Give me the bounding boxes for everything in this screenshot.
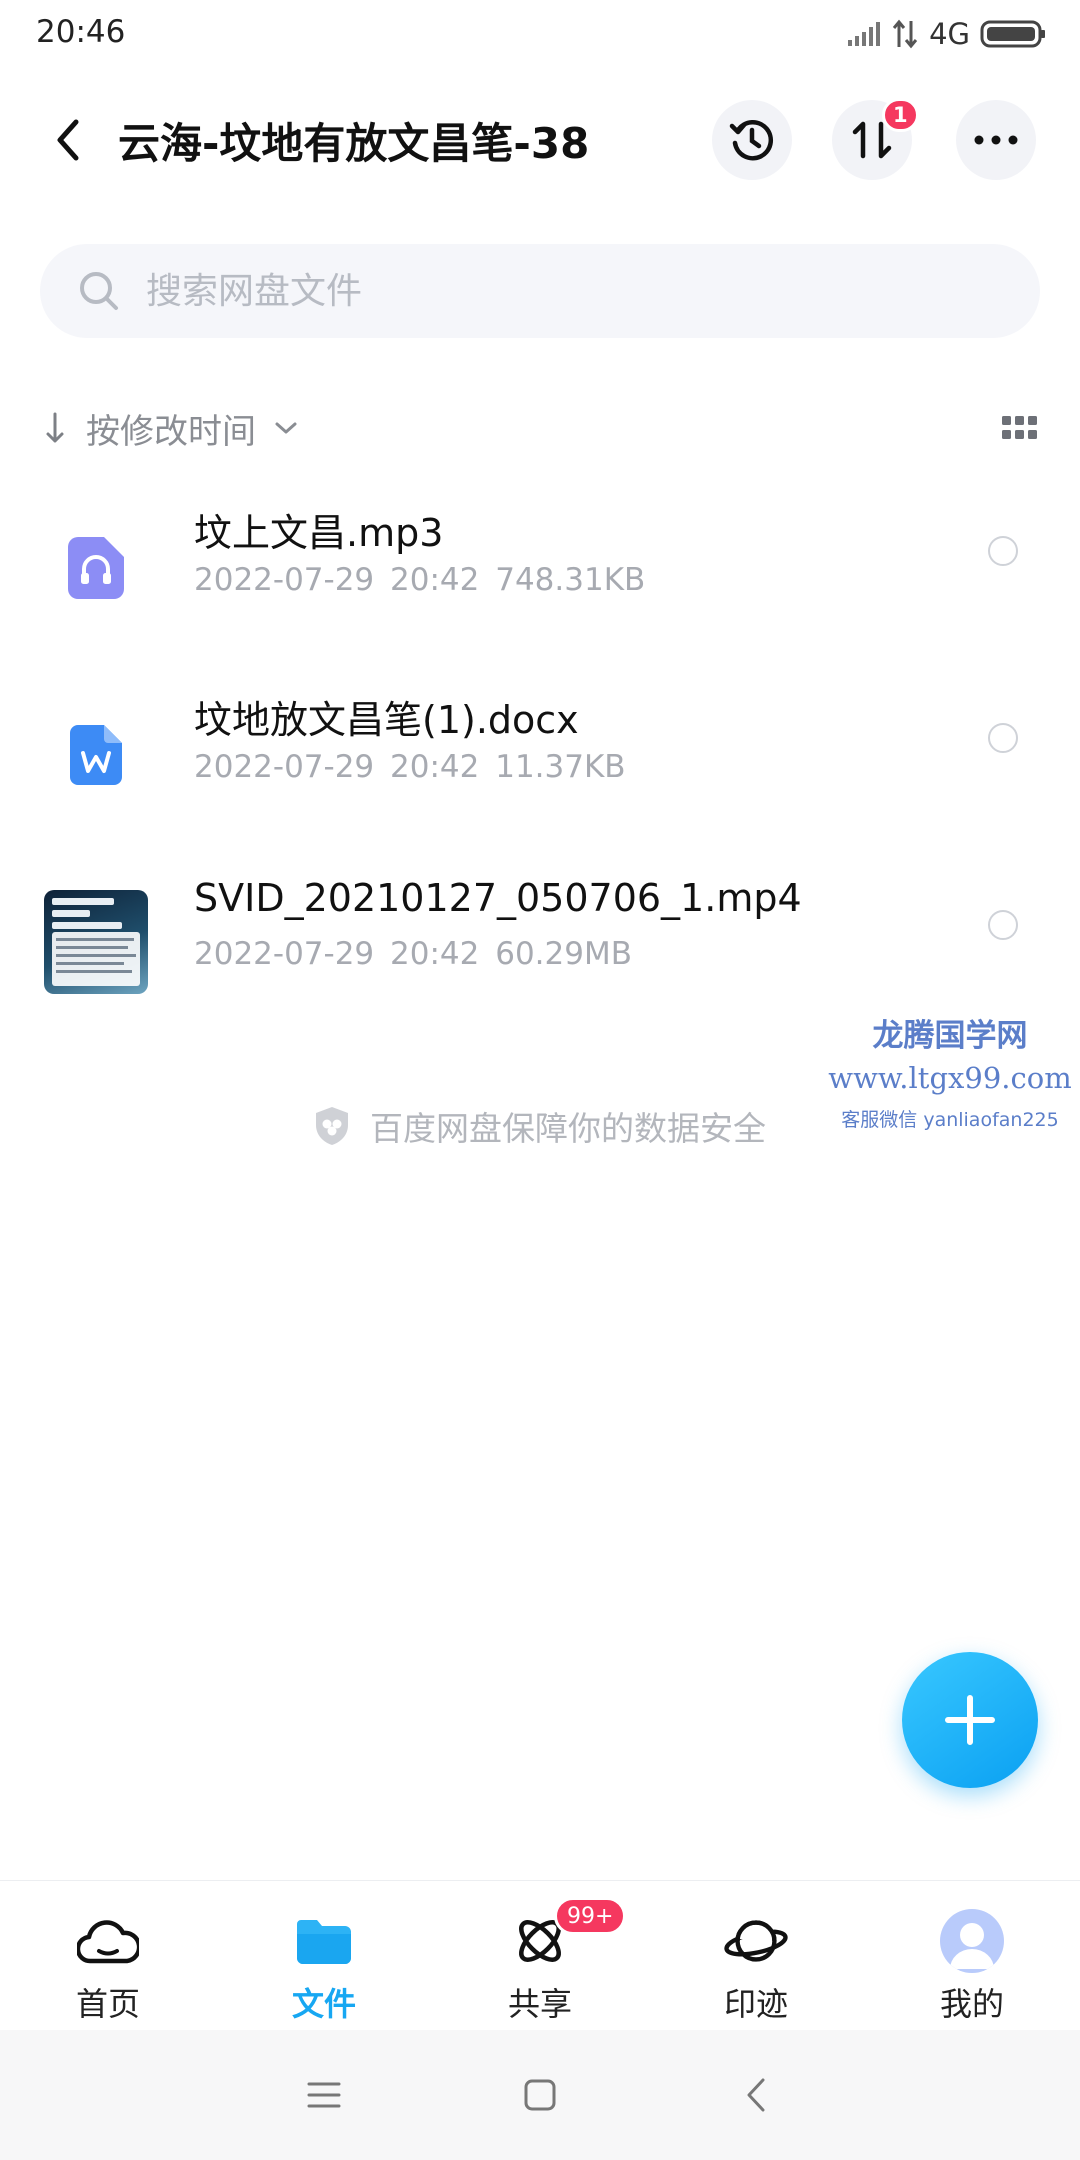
back-arrow-icon [57, 119, 79, 161]
select-checkbox[interactable] [988, 536, 1018, 566]
battery-icon [980, 20, 1045, 48]
safety-note: 百度网盘保障你的数据安全 [0, 1102, 1080, 1150]
nav-label: 我的 [939, 1985, 1004, 2023]
system-nav-bar [0, 2030, 1080, 2160]
sort-arrow-icon [46, 412, 64, 443]
search-bar[interactable] [40, 244, 1040, 338]
file-time: 20:42 [390, 936, 480, 972]
transfer-badge: 1 [882, 98, 919, 132]
file-row[interactable]: 坟地放文昌笔(1).docx 2022-07-29 20:42 11.37KB [0, 665, 1080, 852]
file-name: 坟地放文昌笔(1).docx [194, 698, 579, 742]
plus-icon [945, 1695, 995, 1745]
square-icon [524, 2079, 556, 2111]
bottom-nav: 首页 文件 共享 99+ 印迹 我的 [0, 1880, 1080, 2030]
add-button[interactable] [902, 1652, 1038, 1788]
signal-icon [848, 22, 881, 46]
status-time: 20:46 [36, 14, 126, 50]
sort-label: 按修改时间 [86, 411, 256, 452]
file-size: 748.31KB [495, 562, 646, 598]
system-back-button[interactable] [648, 2030, 864, 2160]
file-list: 坟上文昌.mp3 2022-07-29 20:42 748.31KB 坟地放文昌… [0, 478, 1080, 1039]
shield-icon [316, 1107, 348, 1145]
file-row[interactable]: 坟上文昌.mp3 2022-07-29 20:42 748.31KB [0, 478, 1080, 665]
folder-icon [292, 1911, 356, 1971]
share-badge: 99+ [554, 1897, 627, 1935]
status-indicators: 4G [847, 16, 1046, 52]
select-checkbox[interactable] [988, 910, 1018, 940]
select-checkbox[interactable] [988, 723, 1018, 753]
nav-label: 共享 [507, 1985, 572, 2023]
nav-item-footprint[interactable]: 印迹 [648, 1881, 864, 2031]
page-title: 云海-坟地有放文昌笔-38 [118, 119, 590, 168]
more-icon [974, 135, 1018, 145]
more-options-button[interactable] [956, 100, 1036, 180]
history-button[interactable] [712, 100, 792, 180]
nav-item-me[interactable]: 我的 [864, 1881, 1080, 2031]
data-transfer-icon [892, 19, 918, 49]
menu-button[interactable] [216, 2030, 432, 2160]
file-name: SVID_20210127_050706_1.mp4 [194, 876, 802, 920]
nav-label: 文件 [291, 1985, 356, 2023]
menu-icon [307, 2082, 341, 2108]
file-size: 60.29MB [495, 936, 632, 972]
nav-label: 首页 [75, 1985, 140, 2023]
file-meta: 2022-07-29 20:42 748.31KB [194, 562, 645, 598]
home-button[interactable] [432, 2030, 648, 2160]
audio-file-icon [44, 516, 148, 620]
sort-row: 按修改时间 [40, 400, 1040, 456]
sort-toggle[interactable]: 按修改时间 [40, 400, 298, 456]
grid-view-button[interactable] [1000, 408, 1040, 448]
file-meta: 2022-07-29 20:42 11.37KB [194, 749, 626, 785]
cloud-icon [76, 1911, 140, 1971]
search-icon [80, 272, 118, 310]
video-thumbnail [44, 890, 148, 994]
header: 云海-坟地有放文昌笔-38 1 [0, 90, 1080, 190]
file-time: 20:42 [390, 562, 480, 598]
search-input[interactable] [146, 270, 966, 312]
file-date: 2022-07-29 [194, 936, 375, 972]
nav-label: 印迹 [723, 1985, 788, 2023]
nav-item-files[interactable]: 文件 [216, 1881, 432, 2031]
back-button[interactable] [40, 112, 96, 168]
grid-icon [1002, 416, 1037, 439]
word-file-icon [44, 703, 148, 807]
planet-icon [724, 1911, 788, 1971]
network-type: 4G [929, 17, 970, 51]
transfer-list-button[interactable]: 1 [832, 98, 919, 180]
file-name: 坟上文昌.mp3 [194, 511, 444, 555]
chevron-left-icon [747, 2078, 765, 2112]
file-date: 2022-07-29 [194, 562, 375, 598]
watermark-url: www.ltgx99.com [828, 1061, 1072, 1095]
status-bar: 20:46 4G [0, 0, 1080, 66]
watermark-title: 龙腾国学网 [872, 1018, 1028, 1054]
file-date: 2022-07-29 [194, 749, 375, 785]
file-size: 11.37KB [495, 749, 626, 785]
history-icon [729, 120, 774, 161]
avatar [940, 1909, 1004, 1973]
nav-item-home[interactable]: 首页 [0, 1881, 216, 2031]
file-meta: 2022-07-29 20:42 60.29MB [194, 936, 632, 972]
file-time: 20:42 [390, 749, 480, 785]
nav-item-share[interactable]: 共享 99+ [432, 1881, 648, 2031]
safety-text: 百度网盘保障你的数据安全 [370, 1109, 766, 1148]
chevron-down-icon [275, 422, 297, 434]
